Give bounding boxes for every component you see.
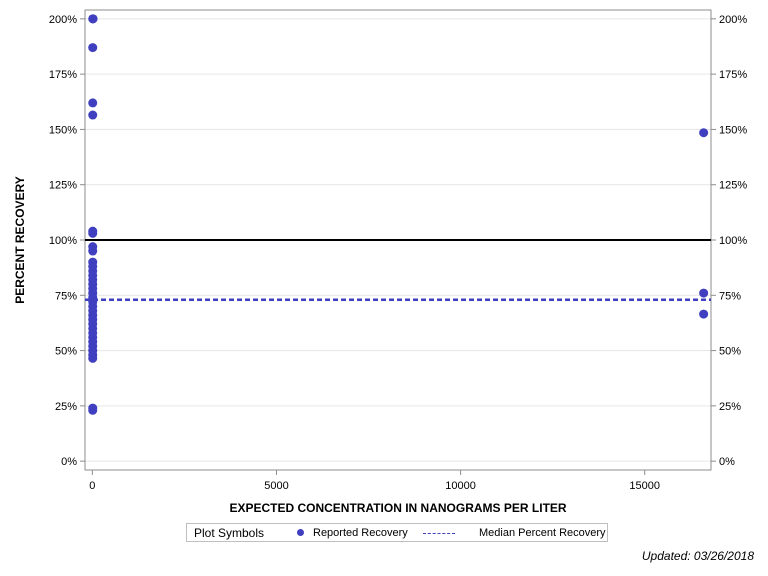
y-tick-label-right: 150% (719, 124, 747, 136)
data-point (699, 128, 709, 138)
data-point (88, 98, 98, 108)
y-tick-label-left: 125% (49, 180, 77, 192)
x-tick-label: 10000 (445, 480, 476, 492)
chart-svg: 0% 0% 25% 25% 50% 50% 75% 75% 100% 100% 125% 125% 15… (13, 9, 747, 515)
chart-root: 0% 0% 25% 25% 50% 50% 75% 75% 100% 100% 125% 125% 15… (0, 0, 768, 576)
y-tick-label-right: 75% (719, 290, 741, 302)
y-axis-title: PERCENT RECOVERY (13, 176, 27, 304)
y-tick-label-left: 150% (49, 124, 77, 136)
data-point (88, 246, 98, 256)
legend-label-median: Median Percent Recovery (479, 527, 606, 539)
y-tick-label-left: 0% (61, 456, 77, 468)
data-point (699, 288, 709, 298)
data-point (88, 14, 98, 24)
y-tick-label-left: 100% (49, 235, 77, 247)
x-tick-label: 5000 (264, 480, 288, 492)
legend-marker-reported (297, 529, 304, 536)
data-point (88, 110, 98, 120)
legend-title: Plot Symbols (194, 526, 265, 540)
updated-date: Updated: 03/26/2018 (641, 549, 754, 563)
y-tick-label-right: 50% (719, 346, 741, 358)
data-point (88, 228, 98, 238)
data-point (88, 353, 98, 363)
data-point (88, 405, 98, 415)
y-tick-label-right: 25% (719, 401, 741, 413)
y-tick-label-right: 200% (719, 14, 747, 26)
y-tick-label-left: 175% (49, 69, 77, 81)
y-tick-label-left: 75% (55, 290, 77, 302)
y-tick-label-right: 0% (719, 456, 735, 468)
y-tick-label-left: 50% (55, 346, 77, 358)
y-tick-label-left: 200% (49, 14, 77, 26)
data-point (88, 43, 98, 53)
x-axis-title: EXPECTED CONCENTRATION IN NANOGRAMS PER … (229, 501, 566, 515)
x-tick-label: 0 (89, 480, 95, 492)
y-tick-label-right: 125% (719, 180, 747, 192)
y-tick-label-left: 25% (55, 401, 77, 413)
y-tick-label-right: 100% (719, 235, 747, 247)
y-tick-label-right: 175% (719, 69, 747, 81)
legend: Plot Symbols Reported Recovery Median Pe… (186, 523, 608, 542)
x-tick-label: 15000 (629, 480, 660, 492)
legend-line-median (423, 533, 455, 534)
legend-label-reported: Reported Recovery (313, 527, 408, 539)
data-point (699, 309, 709, 319)
